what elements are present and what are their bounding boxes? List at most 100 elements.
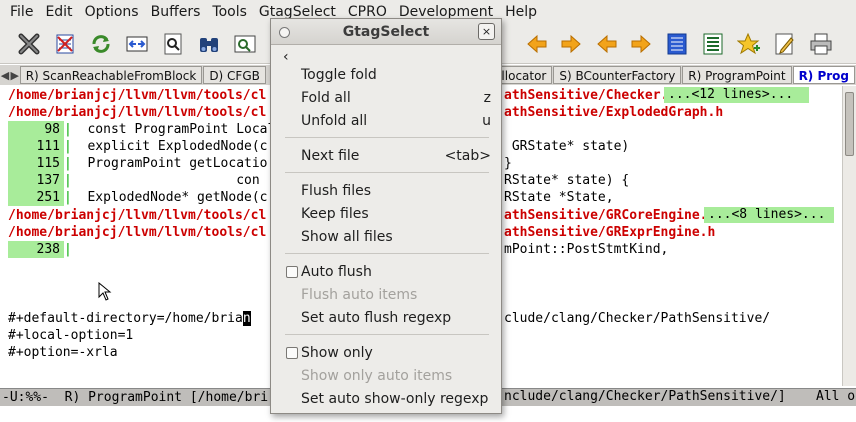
code-text: explicit ExplodedNode(c xyxy=(71,139,268,154)
menu-item-flush-auto-items: Flush auto items xyxy=(301,287,418,303)
code-line[interactable]: 137 | con xyxy=(8,172,260,189)
line-number: 137 xyxy=(8,172,64,189)
file-path-line[interactable]: /home/brianjcj/llvm/llvm/tools/cl xyxy=(8,224,266,241)
menu-help[interactable]: Help xyxy=(499,0,543,24)
tab-scroll-right-icon[interactable]: ▶ xyxy=(10,69,20,82)
code-line[interactable]: 98 | const ProgramPoint Local xyxy=(8,121,275,138)
checklist-icon[interactable] xyxy=(52,31,78,57)
auto-flush-checkbox[interactable] xyxy=(286,266,298,278)
menu-file[interactable]: File xyxy=(4,0,39,24)
show-only-checkbox[interactable] xyxy=(286,347,298,359)
file-path-line[interactable]: /home/brianjcj/llvm/llvm/tools/cl xyxy=(8,104,266,121)
code-tail: mPoint::PostStmtKind, xyxy=(504,242,669,257)
line-number: 111 xyxy=(8,138,64,155)
shortcut-label: <tab> xyxy=(444,148,491,164)
code-text: ExplodedNode* getNode(c xyxy=(71,190,268,205)
code-tail: } xyxy=(504,156,512,171)
code-line[interactable]: 111 | explicit ExplodedNode(c xyxy=(8,138,268,155)
mouse-pointer-icon xyxy=(98,282,112,301)
option-line[interactable]: #+default-directory=/home/brian xyxy=(8,310,251,327)
file-path-tail: athSensitive/Checker.h xyxy=(504,88,677,103)
line-number: 115 xyxy=(8,155,64,172)
menu-item-show-only-auto-items: Show only auto items xyxy=(301,368,453,384)
tab-scroll-left-icon[interactable]: ◀ xyxy=(0,69,10,82)
close-icon[interactable]: × xyxy=(478,23,495,40)
file-path: /home/brianjcj/llvm/llvm/tools/cl xyxy=(8,88,267,103)
tab-bcounterfactory[interactable]: S) BCounterFactory xyxy=(553,66,682,84)
code-text: const ProgramPoint Local xyxy=(71,122,276,137)
text-cursor: n xyxy=(242,311,251,326)
line-number: 98 xyxy=(8,121,64,138)
menu-tools[interactable]: Tools xyxy=(206,0,253,24)
menu-separator xyxy=(285,137,489,138)
menu-item-set-auto-show-only-regexp[interactable]: Set auto show-only regexp xyxy=(271,388,501,410)
code-line[interactable]: 115 | ProgramPoint getLocatio xyxy=(8,155,268,172)
menu-item-set-auto-flush-regexp[interactable]: Set auto flush regexp xyxy=(271,307,501,329)
file-path-tail: athSensitive/ExplodedGraph.h xyxy=(504,105,724,120)
search-file-icon[interactable] xyxy=(160,31,186,57)
shortcut-label: z xyxy=(483,90,491,106)
code-line[interactable]: 251 | ExplodedNode* getNode(c xyxy=(8,189,268,206)
refresh-icon[interactable] xyxy=(88,31,114,57)
list-icon[interactable] xyxy=(664,31,690,57)
tab-scanreachablefromblock[interactable]: R) ScanReachableFromBlock xyxy=(19,66,203,84)
menu-separator xyxy=(285,172,489,173)
menu-separator xyxy=(285,334,489,335)
vertical-scrollbar[interactable] xyxy=(842,86,856,386)
menu-item-toggle-fold[interactable]: Toggle fold xyxy=(271,64,501,86)
code-text: ProgramPoint getLocatio xyxy=(71,156,268,171)
compare-icon[interactable] xyxy=(124,31,150,57)
code-tail: RState *State, xyxy=(504,190,614,205)
close-buffer-icon[interactable] xyxy=(16,31,42,57)
menu-item-auto-flush[interactable]: Auto flush xyxy=(271,261,501,283)
back-arrow-icon[interactable] xyxy=(594,31,620,57)
prev-arrow-icon[interactable] xyxy=(524,31,550,57)
shortcut-label: u xyxy=(482,113,491,129)
file-path-tail: athSensitive/GRCoreEngine.h xyxy=(504,208,716,223)
menu-item-unfold-all[interactable]: Unfold all u xyxy=(271,110,501,132)
tab-cfgb[interactable]: D) CFGB xyxy=(203,66,266,84)
binoculars-icon[interactable] xyxy=(196,31,222,57)
menu-separator xyxy=(285,253,489,254)
fold-indicator[interactable]: ...<8 lines>... xyxy=(704,207,834,223)
code-tail: GRState* state) xyxy=(504,139,630,154)
menu-buffers[interactable]: Buffers xyxy=(145,0,207,24)
file-path-line[interactable]: /home/brianjcj/llvm/llvm/tools/cl xyxy=(8,207,266,224)
menu-item-keep-files[interactable]: Keep files xyxy=(271,203,501,225)
line-number: 251 xyxy=(8,189,64,206)
mode-line-path: nclude/clang/Checker/PathSensitive/] xyxy=(504,389,786,404)
tab-programpoint[interactable]: R) ProgramPoint xyxy=(682,66,792,84)
edit-pencil-icon[interactable] xyxy=(772,31,798,57)
image-search-icon[interactable] xyxy=(232,31,258,57)
forward-arrow-icon[interactable] xyxy=(628,31,654,57)
menu-item-next-file[interactable]: Next file <tab> xyxy=(271,145,501,167)
code-text: con xyxy=(71,173,260,188)
menu-item-fold-all[interactable]: Fold all z xyxy=(271,87,501,109)
bookmark-star-icon[interactable] xyxy=(736,31,762,57)
menu-options[interactable]: Options xyxy=(79,0,145,24)
option-line[interactable]: #+option=-xrla xyxy=(8,344,118,361)
print-icon[interactable] xyxy=(808,31,834,57)
mode-line-left: -U:%%- R) ProgramPoint [/home/bri xyxy=(2,390,269,405)
popup-title: GtagSelect xyxy=(271,19,501,45)
menu-item-show-only[interactable]: Show only xyxy=(271,342,501,364)
file-path-line[interactable]: /home/brianjcj/llvm/llvm/tools/cl xyxy=(8,87,266,104)
menu-item-flush-files[interactable]: Flush files xyxy=(271,180,501,202)
code-tail: RState* state) { xyxy=(504,173,630,188)
option-line[interactable]: #+local-option=1 xyxy=(8,327,133,344)
next-arrow-icon[interactable] xyxy=(558,31,584,57)
list-icon-2[interactable] xyxy=(700,31,726,57)
tab-prog-active[interactable]: R) Prog xyxy=(792,66,856,84)
window-menu-icon[interactable] xyxy=(279,27,290,38)
gtagselect-popup-menu: GtagSelect × ‹ Toggle fold Fold all z Unf… xyxy=(270,18,502,414)
mode-line-position: All o xyxy=(816,389,856,404)
back-chevron-icon[interactable]: ‹ xyxy=(283,49,289,65)
menu-item-show-all-files[interactable]: Show all files xyxy=(271,226,501,248)
menu-edit[interactable]: Edit xyxy=(39,0,78,24)
line-number: 238 xyxy=(8,241,64,258)
option-tail: clude/clang/Checker/PathSensitive/ xyxy=(504,311,771,326)
code-line[interactable]: 238 | xyxy=(8,241,72,258)
scrollbar-thumb[interactable] xyxy=(845,92,854,156)
fold-indicator[interactable]: ...<12 lines>... xyxy=(664,87,809,103)
file-path-tail: athSensitive/GRExprEngine.h xyxy=(504,225,716,240)
